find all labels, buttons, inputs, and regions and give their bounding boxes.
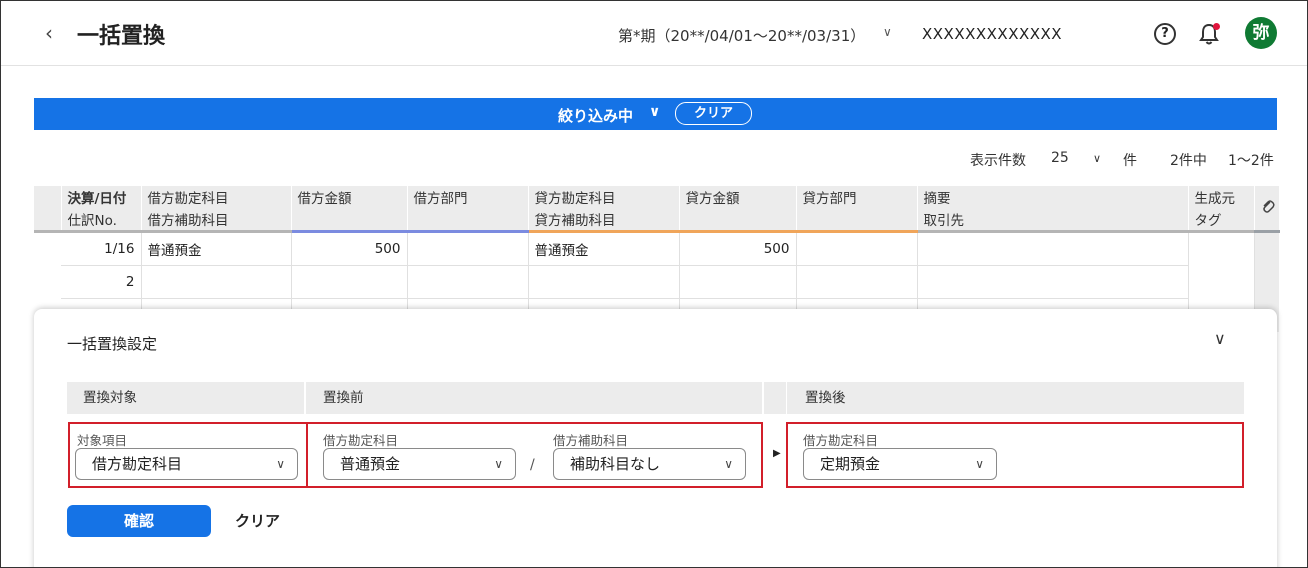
chevron-down-icon[interactable]: ∨ — [883, 25, 892, 39]
row-credit-account: 普通預金 — [528, 231, 680, 266]
before-sub-label: 借方補助科目 — [553, 433, 629, 448]
chevron-down-icon: ∨ — [724, 457, 733, 471]
filter-status-label: 絞り込み中 — [558, 107, 634, 125]
panel-title: 一括置換設定 — [67, 335, 158, 353]
before-account-label: 借方勘定科目 — [323, 433, 399, 448]
fiscal-period-select[interactable]: 第*期（20**/04/01〜20**/03/31） — [618, 25, 865, 46]
col-journal-no[interactable]: 仕訳No. — [61, 208, 142, 233]
col-credit-sub[interactable]: 貸方補助科目 — [528, 208, 680, 233]
col-tag[interactable]: タグ — [1188, 208, 1255, 233]
after-field-label: 借方勘定科目 — [803, 433, 879, 448]
row-credit-amount: 500 — [679, 231, 797, 266]
before-header: 置換前 — [306, 382, 762, 414]
paperclip-icon[interactable] — [1254, 186, 1280, 233]
company-name[interactable]: XXXXXXXXXXXXX — [922, 25, 1062, 43]
filter-clear-button[interactable]: クリア — [675, 102, 752, 125]
target-select[interactable]: 借方勘定科目 ∨ — [75, 448, 298, 480]
row-debit-account: 普通預金 — [141, 231, 292, 266]
col-partner[interactable]: 取引先 — [917, 208, 1189, 233]
clear-button[interactable]: クリア — [235, 505, 280, 537]
back-chevron-left-icon[interactable]: ‹ — [45, 21, 53, 45]
table-header-row: 決算/日付 借方勘定科目 借方金額 借方部門 貸方勘定科目 貸方金額 貸方部門 … — [34, 186, 1280, 233]
target-header: 置換対象 — [67, 382, 305, 414]
col-date[interactable]: 決算/日付 — [61, 186, 142, 208]
col-debit-dept[interactable]: 借方部門 — [407, 186, 529, 208]
arrow-right-icon: ▶ — [773, 448, 781, 459]
total-count: 2件中 — [1170, 153, 1207, 169]
before-account-select[interactable]: 普通預金 ∨ — [323, 448, 516, 480]
col-source[interactable]: 生成元 — [1188, 186, 1255, 208]
table-row[interactable]: 2 — [34, 265, 1279, 299]
help-icon[interactable]: ? — [1154, 23, 1176, 45]
top-header: ‹ 一括置換 第*期（20**/04/01〜20**/03/31） ∨ XXXX… — [1, 1, 1307, 66]
col-debit-amount[interactable]: 借方金額 — [291, 186, 408, 208]
table-row[interactable]: 1/16 普通預金 500 普通預金 500 — [34, 231, 1279, 332]
per-page-select[interactable]: 25 — [1051, 150, 1069, 166]
row-debit-amount: 500 — [291, 231, 408, 266]
confirm-button[interactable]: 確認 — [67, 505, 211, 537]
after-header: 置換後 — [786, 382, 1244, 414]
col-debit-account[interactable]: 借方勘定科目 — [141, 186, 292, 208]
range-label: 1〜2件 — [1228, 153, 1274, 169]
chevron-down-icon: ∨ — [975, 457, 984, 471]
table-subheader-row: 仕訳No. 借方補助科目 貸方補助科目 取引先 タグ — [34, 208, 1279, 233]
per-page-label: 表示件数 — [970, 153, 1026, 169]
per-page-unit: 件 — [1123, 153, 1137, 169]
col-debit-sub[interactable]: 借方補助科目 — [141, 208, 292, 233]
row-date: 1/16 — [61, 231, 142, 266]
before-sub-select[interactable]: 補助科目なし ∨ — [553, 448, 746, 480]
col-credit-amount[interactable]: 貸方金額 — [679, 186, 797, 208]
col-credit-account[interactable]: 貸方勘定科目 — [528, 186, 680, 208]
after-account-select[interactable]: 定期預金 ∨ — [803, 448, 997, 480]
target-field-label: 対象項目 — [77, 433, 128, 448]
collapse-chevron-icon[interactable]: ∨ — [1214, 329, 1226, 348]
chevron-down-icon: ∨ — [494, 457, 503, 471]
separator-slash: / — [530, 457, 535, 473]
row-journal-no: 2 — [61, 265, 142, 299]
col-description[interactable]: 摘要 — [917, 186, 1189, 208]
app-window: ‹ 一括置換 第*期（20**/04/01〜20**/03/31） ∨ XXXX… — [0, 0, 1308, 568]
bulk-replace-panel: 一括置換設定 ∨ 置換対象 置換前 置換後 対象項目 借方勘定科目 ∨ 借方勘定科… — [34, 309, 1277, 567]
page-title: 一括置換 — [77, 24, 166, 49]
avatar[interactable]: 弥 — [1245, 17, 1277, 49]
col-credit-dept[interactable]: 貸方部門 — [796, 186, 918, 208]
double-chevron-down-icon[interactable]: ∨ — [649, 104, 660, 120]
chevron-down-icon: ∨ — [276, 457, 285, 471]
notification-dot — [1213, 23, 1220, 30]
chevron-down-icon[interactable]: ∨ — [1093, 152, 1101, 165]
filter-bar[interactable]: 絞り込み中 ∨ クリア — [34, 98, 1277, 130]
